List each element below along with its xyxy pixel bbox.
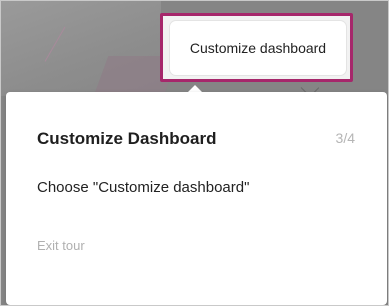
app-window: Customize dashboard Customize Dashboard … — [0, 0, 389, 306]
customize-dashboard-label: Customize dashboard — [189, 40, 327, 56]
exit-tour-link[interactable]: Exit tour — [37, 238, 85, 253]
tour-title: Customize Dashboard — [37, 129, 217, 148]
tour-popover: Customize Dashboard 3/4 Choose "Customiz… — [6, 92, 387, 305]
customize-dashboard-button[interactable]: Customize dashboard — [169, 20, 347, 76]
tour-instruction: Choose "Customize dashboard" — [37, 179, 250, 196]
tour-step-counter: 3/4 — [335, 130, 355, 146]
